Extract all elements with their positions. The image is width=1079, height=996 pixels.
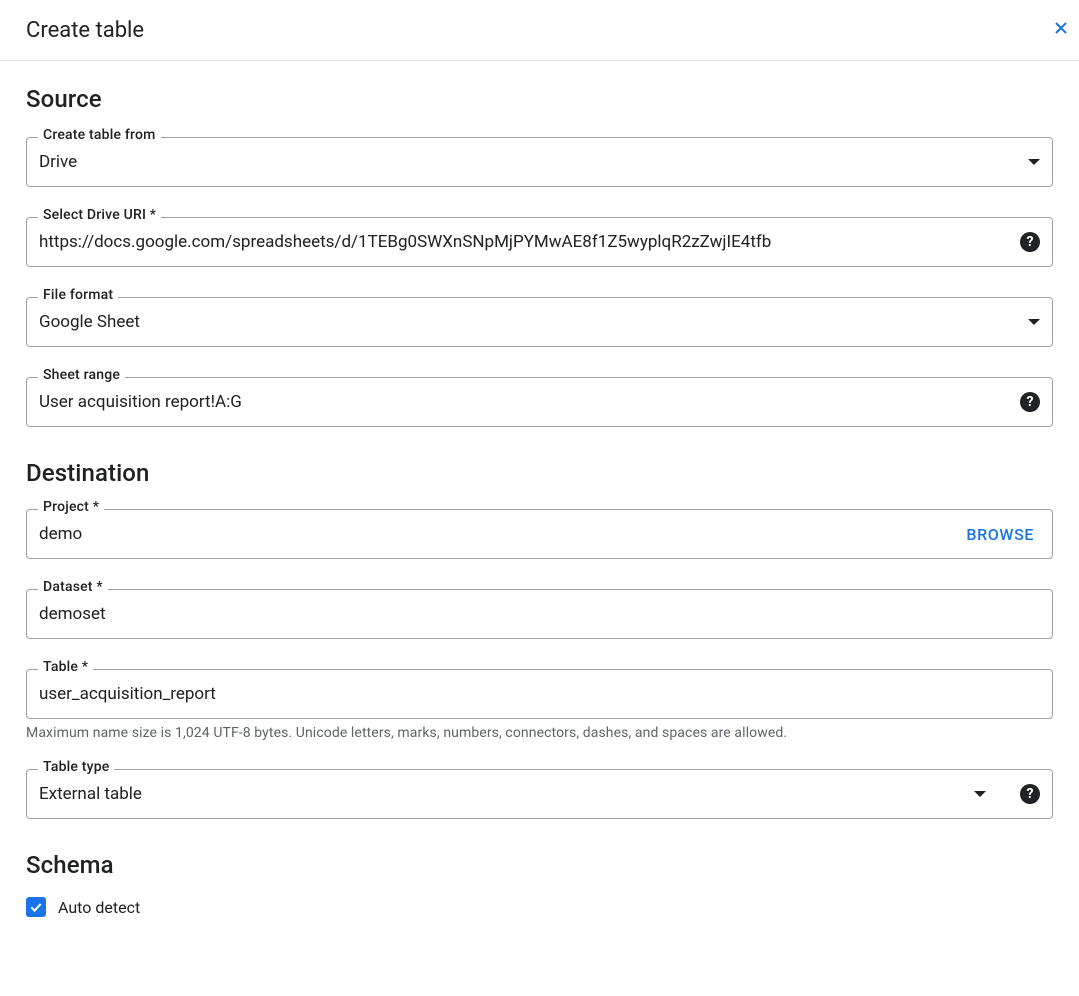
field-table-type: Table type External table ?	[26, 769, 1053, 819]
close-icon[interactable]	[1051, 16, 1079, 44]
field-label: File format	[38, 287, 118, 303]
field-file-format: File format Google Sheet	[26, 297, 1053, 347]
drive-uri-input-box: ?	[26, 217, 1053, 267]
field-sheet-range: Sheet range ?	[26, 377, 1053, 427]
auto-detect-checkbox[interactable]	[26, 897, 46, 917]
sheet-range-input[interactable]	[39, 392, 1010, 412]
select-value: Drive	[39, 152, 1020, 172]
field-table: Table *	[26, 669, 1053, 719]
field-label: Create table from	[38, 127, 161, 143]
drive-uri-input[interactable]	[39, 232, 1010, 252]
check-icon	[28, 899, 44, 915]
field-label: Project *	[38, 499, 104, 515]
field-label: Table *	[38, 659, 93, 675]
select-value: Google Sheet	[39, 312, 1020, 332]
project-input-box: BROWSE	[26, 509, 1053, 559]
create-table-from-select[interactable]: Drive	[26, 137, 1053, 187]
help-icon[interactable]: ?	[1020, 232, 1040, 252]
page-title: Create table	[26, 18, 144, 43]
dialog-content: Source Create table from Drive Select Dr…	[0, 61, 1079, 917]
field-dataset: Dataset *	[26, 589, 1053, 639]
auto-detect-label: Auto detect	[58, 898, 140, 917]
table-name-hint: Maximum name size is 1,024 UTF-8 bytes. …	[26, 725, 1053, 741]
browse-button[interactable]: BROWSE	[966, 525, 1040, 544]
table-input[interactable]	[39, 684, 1040, 704]
chevron-down-icon	[1028, 159, 1040, 165]
table-input-box	[26, 669, 1053, 719]
field-label: Dataset *	[38, 579, 108, 595]
chevron-down-icon	[974, 791, 986, 797]
field-label: Table type	[38, 759, 114, 775]
section-schema-title: Schema	[26, 851, 1053, 879]
help-icon[interactable]: ?	[1020, 784, 1040, 804]
section-source-title: Source	[26, 85, 1053, 113]
select-value: External table	[39, 784, 966, 804]
help-icon[interactable]: ?	[1020, 392, 1040, 412]
sheet-range-input-box: ?	[26, 377, 1053, 427]
table-type-select[interactable]: External table ?	[26, 769, 1053, 819]
auto-detect-row: Auto detect	[26, 897, 1053, 917]
field-create-table-from: Create table from Drive	[26, 137, 1053, 187]
file-format-select[interactable]: Google Sheet	[26, 297, 1053, 347]
field-project: Project * BROWSE	[26, 509, 1053, 559]
dataset-input-box	[26, 589, 1053, 639]
dataset-input[interactable]	[39, 604, 1040, 624]
field-label: Select Drive URI *	[38, 207, 161, 223]
project-input[interactable]	[39, 524, 966, 544]
chevron-down-icon	[1028, 319, 1040, 325]
field-drive-uri: Select Drive URI * ?	[26, 217, 1053, 267]
field-label: Sheet range	[38, 367, 125, 383]
dialog-header: Create table	[0, 0, 1079, 61]
section-destination-title: Destination	[26, 459, 1053, 487]
